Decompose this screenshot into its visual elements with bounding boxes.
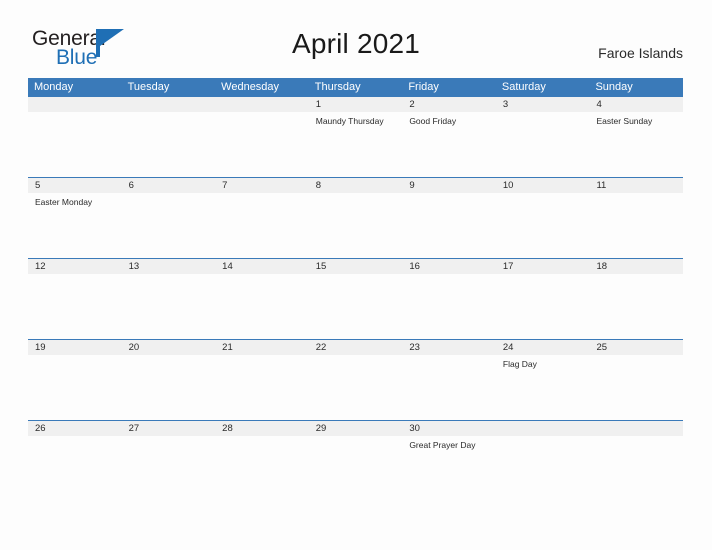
day-number[interactable]	[122, 97, 216, 112]
day-event[interactable]	[122, 355, 216, 420]
day-event[interactable]: Maundy Thursday	[309, 112, 403, 177]
day-event[interactable]	[402, 274, 496, 339]
week-row: 5 6 7 8 9 10 11 Easter Monday	[28, 177, 683, 258]
week-row: 12 13 14 15 16 17 18	[28, 258, 683, 339]
day-number[interactable]: 7	[215, 178, 309, 193]
day-event[interactable]	[589, 355, 683, 420]
day-number[interactable]: 14	[215, 259, 309, 274]
weekday-header-tuesday: Tuesday	[127, 81, 170, 93]
day-number[interactable]: 16	[402, 259, 496, 274]
day-event[interactable]	[309, 193, 403, 258]
day-event[interactable]	[589, 274, 683, 339]
day-number[interactable]: 15	[309, 259, 403, 274]
weekday-header-sunday: Sunday	[595, 81, 633, 93]
day-number-band: 12 13 14 15 16 17 18	[28, 259, 683, 274]
calendar-page: General Blue April 2021 Faroe Islands Mo…	[0, 0, 712, 550]
day-event[interactable]	[122, 193, 216, 258]
page-header: General Blue April 2021 Faroe Islands	[0, 0, 712, 76]
day-number[interactable]: 3	[496, 97, 590, 112]
day-number-band: 19 20 21 22 23 24 25	[28, 340, 683, 355]
day-number[interactable]: 25	[589, 340, 683, 355]
day-event[interactable]	[215, 355, 309, 420]
day-event-band	[28, 274, 683, 339]
day-number[interactable]: 19	[28, 340, 122, 355]
day-number[interactable]: 13	[122, 259, 216, 274]
day-event[interactable]	[589, 436, 683, 501]
day-number[interactable]: 4	[589, 97, 683, 112]
day-number[interactable]: 2	[402, 97, 496, 112]
day-event[interactable]	[589, 193, 683, 258]
day-event[interactable]: Easter Monday	[28, 193, 122, 258]
day-event[interactable]	[496, 112, 590, 177]
day-event[interactable]	[122, 112, 216, 177]
day-number[interactable]: 1	[309, 97, 403, 112]
day-number[interactable]	[215, 97, 309, 112]
day-number[interactable]: 6	[122, 178, 216, 193]
week-row: 26 27 28 29 30 Great Prayer Day	[28, 420, 683, 501]
day-number[interactable]: 18	[589, 259, 683, 274]
day-event-band: Great Prayer Day	[28, 436, 683, 501]
week-row: 1 2 3 4 Maundy Thursday Good Friday East…	[28, 97, 683, 177]
day-event[interactable]: Flag Day	[496, 355, 590, 420]
day-event[interactable]	[309, 436, 403, 501]
day-number[interactable]: 23	[402, 340, 496, 355]
day-event-band: Easter Monday	[28, 193, 683, 258]
day-event[interactable]	[122, 436, 216, 501]
day-event[interactable]	[402, 193, 496, 258]
weekday-header-saturday: Saturday	[501, 81, 546, 93]
day-event[interactable]	[309, 274, 403, 339]
weekday-header-friday: Friday	[408, 81, 439, 93]
day-event[interactable]	[215, 274, 309, 339]
day-number[interactable]: 10	[496, 178, 590, 193]
day-event[interactable]	[215, 436, 309, 501]
day-event[interactable]	[122, 274, 216, 339]
day-event[interactable]: Great Prayer Day	[402, 436, 496, 501]
weekday-header-row: Monday Tuesday Wednesday Thursday Friday…	[28, 78, 683, 97]
weekday-header-monday: Monday	[34, 81, 74, 93]
day-number[interactable]: 20	[122, 340, 216, 355]
day-event[interactable]	[28, 274, 122, 339]
day-event[interactable]	[28, 112, 122, 177]
day-number[interactable]: 22	[309, 340, 403, 355]
day-event-band: Flag Day	[28, 355, 683, 420]
day-event[interactable]	[28, 355, 122, 420]
day-number-band: 1 2 3 4	[28, 97, 683, 112]
day-number-band: 26 27 28 29 30	[28, 421, 683, 436]
weekday-header-thursday: Thursday	[314, 81, 361, 93]
day-event[interactable]	[496, 274, 590, 339]
day-number[interactable]: 8	[309, 178, 403, 193]
weekday-header-wednesday: Wednesday	[221, 81, 280, 93]
week-row: 19 20 21 22 23 24 25 Flag Day	[28, 339, 683, 420]
day-number[interactable]: 11	[589, 178, 683, 193]
day-number[interactable]: 12	[28, 259, 122, 274]
day-event[interactable]	[402, 355, 496, 420]
day-number[interactable]: 29	[309, 421, 403, 436]
day-number[interactable]: 17	[496, 259, 590, 274]
day-event[interactable]: Good Friday	[402, 112, 496, 177]
day-number[interactable]: 21	[215, 340, 309, 355]
day-event[interactable]	[309, 355, 403, 420]
day-event[interactable]	[28, 436, 122, 501]
day-number[interactable]	[496, 421, 590, 436]
day-number[interactable]: 26	[28, 421, 122, 436]
calendar-grid: Monday Tuesday Wednesday Thursday Friday…	[28, 78, 683, 501]
day-number[interactable]: 30	[402, 421, 496, 436]
day-number[interactable]: 27	[122, 421, 216, 436]
day-number[interactable]: 24	[496, 340, 590, 355]
day-event[interactable]	[496, 436, 590, 501]
day-event[interactable]	[496, 193, 590, 258]
day-number[interactable]	[589, 421, 683, 436]
day-event[interactable]	[215, 193, 309, 258]
day-number[interactable]	[28, 97, 122, 112]
day-number[interactable]: 5	[28, 178, 122, 193]
region-label: Faroe Islands	[598, 45, 683, 61]
day-number[interactable]: 28	[215, 421, 309, 436]
day-number-band: 5 6 7 8 9 10 11	[28, 178, 683, 193]
day-event-band: Maundy Thursday Good Friday Easter Sunda…	[28, 112, 683, 177]
day-number[interactable]: 9	[402, 178, 496, 193]
day-event[interactable]: Easter Sunday	[589, 112, 683, 177]
day-event[interactable]	[215, 112, 309, 177]
